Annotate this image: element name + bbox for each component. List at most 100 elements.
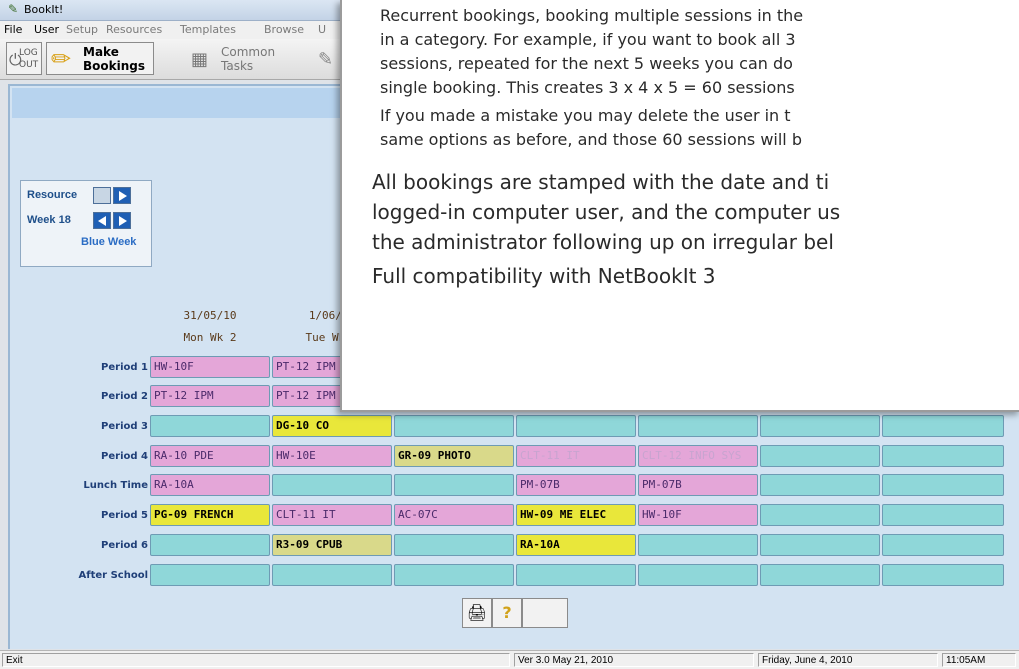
status-time: 11:05AM: [942, 653, 1016, 667]
booking-cell[interactable]: [150, 564, 270, 586]
period-label: Period 5: [101, 510, 148, 521]
period-label: Period 3: [101, 421, 148, 432]
overlay-line: Full compatibility with NetBookIt 3: [372, 264, 716, 288]
status-bar: Exit Ver 3.0 May 21, 2010 Friday, June 4…: [0, 650, 1019, 669]
power-icon: ⏻: [9, 50, 22, 69]
booking-cell[interactable]: [272, 474, 392, 496]
booking-cell[interactable]: HW-09 ME ELEC: [516, 504, 636, 526]
menu-user[interactable]: User: [34, 23, 59, 36]
status-message: Exit: [2, 653, 510, 667]
booking-cell[interactable]: CLT-12 INFO SYS: [638, 445, 758, 467]
booking-cell[interactable]: DG-10 CO: [272, 415, 392, 437]
booking-cell[interactable]: PT-12 IPM: [150, 385, 270, 407]
prev-week-button[interactable]: [93, 212, 111, 229]
booking-cell[interactable]: HW-10F: [150, 356, 270, 378]
booking-cell[interactable]: [638, 534, 758, 556]
booking-cell[interactable]: GR-09 PHOTO: [394, 445, 514, 467]
grid-icon: ▦: [191, 49, 209, 70]
period-label: Period 2: [101, 391, 148, 402]
booking-cell[interactable]: RA-10A: [516, 534, 636, 556]
booking-cell[interactable]: R3-09 CPUB: [272, 534, 392, 556]
booking-cell[interactable]: [882, 564, 1004, 586]
week-name: Blue Week: [81, 236, 137, 248]
edit-icon[interactable]: ✎: [318, 49, 333, 70]
booking-cell[interactable]: [272, 564, 392, 586]
booking-cell[interactable]: [394, 474, 514, 496]
overlay-line: Recurrent bookings, booking multiple ses…: [380, 6, 804, 25]
make-bookings-line1: Make: [83, 45, 119, 59]
booking-cell[interactable]: PM-07B: [516, 474, 636, 496]
period-label: Lunch Time: [83, 480, 148, 491]
booking-cell[interactable]: [516, 415, 636, 437]
menu-u[interactable]: U: [318, 23, 326, 36]
printer-icon[interactable]: 🖨: [462, 598, 492, 628]
booking-cell[interactable]: [760, 415, 880, 437]
week-label: Week 18: [27, 214, 71, 226]
booking-cell[interactable]: [760, 504, 880, 526]
day-date-1: 31/05/10: [183, 309, 237, 322]
overlay-line: All bookings are stamped with the date a…: [372, 170, 830, 194]
arrow-right-icon: [119, 191, 127, 201]
status-date: Friday, June 4, 2010: [758, 653, 938, 667]
booking-cell[interactable]: PM-07B: [638, 474, 758, 496]
logout-button[interactable]: LOG OUT ⏻: [6, 42, 42, 75]
booking-cell[interactable]: [150, 534, 270, 556]
booking-cell[interactable]: HW-10E: [272, 445, 392, 467]
booking-cell[interactable]: RA-10A: [150, 474, 270, 496]
booking-cell[interactable]: PG-09 FRENCH: [150, 504, 270, 526]
menu-browse[interactable]: Browse: [264, 23, 304, 36]
overlay-line: the administrator following up on irregu…: [372, 230, 834, 254]
resource-label: Resource: [27, 189, 78, 201]
booking-cell[interactable]: [394, 534, 514, 556]
overlay-line: in a category. For example, if you want …: [380, 30, 796, 49]
blank-button[interactable]: [522, 598, 568, 628]
booking-cell[interactable]: AC-07C: [394, 504, 514, 526]
booking-cell[interactable]: CLT-11 IT: [272, 504, 392, 526]
menu-resources[interactable]: Resources: [106, 23, 162, 36]
menu-templates[interactable]: Templates: [180, 23, 236, 36]
booking-cell[interactable]: [882, 474, 1004, 496]
booking-cell[interactable]: [882, 504, 1004, 526]
common-tasks-line2: Tasks: [221, 59, 254, 73]
booking-cell[interactable]: [150, 415, 270, 437]
window-title: BookIt!: [24, 3, 64, 16]
overlay-line: sessions, repeated for the next 5 weeks …: [380, 54, 793, 73]
status-version: Ver 3.0 May 21, 2010: [514, 653, 754, 667]
arrow-right-icon: [119, 216, 127, 226]
menu-file[interactable]: File: [4, 23, 22, 36]
navigation-box: Resource Week 18 Blue Week: [20, 180, 152, 267]
booking-cell[interactable]: RA-10 PDE: [150, 445, 270, 467]
period-label: Period 1: [101, 362, 148, 373]
booking-cell[interactable]: [394, 415, 514, 437]
next-week-button[interactable]: [113, 212, 131, 229]
booking-cell[interactable]: CLT-11 IT: [516, 445, 636, 467]
menu-setup[interactable]: Setup: [66, 23, 98, 36]
help-icon[interactable]: ?: [492, 598, 522, 628]
booking-cell[interactable]: [760, 474, 880, 496]
overlay-line: logged-in computer user, and the compute…: [372, 200, 841, 224]
booking-cell[interactable]: [394, 564, 514, 586]
booking-cell[interactable]: [882, 534, 1004, 556]
day-name-1: Mon Wk 2: [183, 331, 237, 344]
booking-cell[interactable]: [638, 415, 758, 437]
booking-cell[interactable]: [882, 445, 1004, 467]
make-bookings-line2: Bookings: [83, 59, 146, 73]
booking-cell[interactable]: [760, 534, 880, 556]
overlay-line: same options as before, and those 60 ses…: [380, 130, 802, 149]
overlay-line: single booking. This creates 3 x 4 x 5 =…: [380, 78, 795, 97]
prev-resource-button[interactable]: [93, 187, 111, 204]
common-tasks-button[interactable]: ▦ Common Tasks: [186, 42, 302, 75]
booking-cell[interactable]: [882, 415, 1004, 437]
booking-cell[interactable]: [516, 564, 636, 586]
arrow-left-icon: [98, 216, 106, 226]
booking-cell[interactable]: [760, 445, 880, 467]
common-tasks-line1: Common: [221, 45, 276, 59]
booking-cell[interactable]: [760, 564, 880, 586]
period-label: Period 6: [101, 540, 148, 551]
booking-cell[interactable]: HW-10F: [638, 504, 758, 526]
make-bookings-button[interactable]: ✏ Make Bookings: [46, 42, 154, 75]
bookit-window: ✎ BookIt! File User Setup Resources Temp…: [0, 0, 1019, 669]
booking-cell[interactable]: [638, 564, 758, 586]
period-label: After School: [78, 570, 148, 581]
next-resource-button[interactable]: [113, 187, 131, 204]
